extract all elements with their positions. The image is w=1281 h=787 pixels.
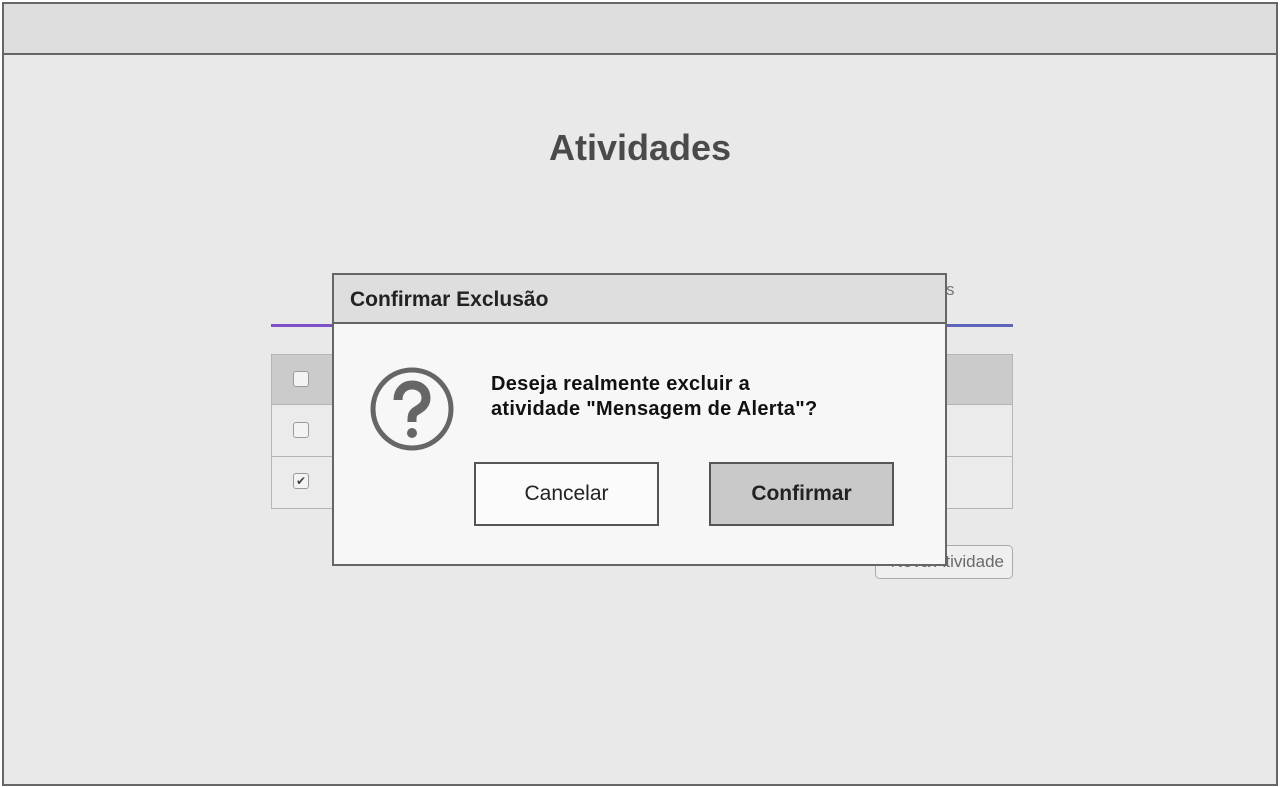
window-titlebar (4, 4, 1276, 55)
confirm-button[interactable]: Confirmar (709, 462, 894, 526)
select-all-checkbox[interactable] (293, 371, 309, 387)
question-circle-icon (370, 367, 454, 451)
dialog-message-line2: atividade "Mensagem de Alerta"? (491, 398, 818, 420)
tab-label-partial[interactable]: s (946, 280, 955, 300)
cancel-button[interactable]: Cancelar (474, 462, 659, 526)
dialog-titlebar: Confirmar Exclusão (334, 275, 945, 324)
page-title: Atividades (548, 127, 732, 168)
row-checkbox-checked[interactable]: ✔ (293, 473, 309, 489)
dialog-title: Confirmar Exclusão (350, 288, 549, 311)
row-checkbox[interactable] (293, 422, 309, 438)
dialog-message-line1: Deseja realmente excluir a (491, 373, 751, 395)
confirm-delete-dialog: Confirmar Exclusão Deseja realmente excl… (332, 273, 947, 566)
dialog-message: Deseja realmente excluir a atividade "Me… (491, 372, 911, 422)
